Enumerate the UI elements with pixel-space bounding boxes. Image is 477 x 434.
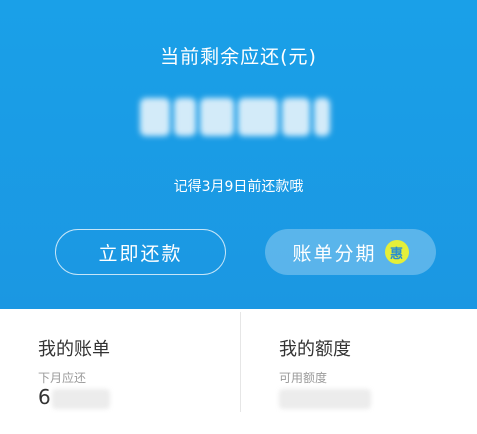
repay-now-button[interactable]: 立即还款 [55,229,226,275]
next-month-due-obscured [52,389,110,409]
my-bill-title: 我的账单 [38,339,110,360]
remaining-due-label: 当前剩余应还(元) [160,46,317,68]
bill-installment-label: 账单分期 [292,242,377,265]
remaining-amount-obscured [140,92,340,142]
repay-now-label: 立即还款 [98,242,183,265]
discount-badge-icon: 惠 [384,240,409,264]
next-month-due-label: 下月应还 [38,371,87,385]
my-limit-card[interactable]: 我的额度 可用额度 [241,309,477,434]
due-date-reminder: 记得3月9日前还款哦 [173,179,304,195]
my-limit-title: 我的额度 [279,339,351,360]
balance-header: 当前剩余应还(元) 记得3月9日前还款哦 立即还款 账单分期 惠 [0,0,477,309]
bill-installment-button[interactable]: 账单分期 惠 [265,229,436,275]
available-limit-obscured [279,389,371,409]
next-month-due-value: 6 [38,385,51,409]
my-bill-card[interactable]: 我的账单 下月应还 6 [0,309,240,434]
available-limit-label: 可用额度 [279,371,328,385]
